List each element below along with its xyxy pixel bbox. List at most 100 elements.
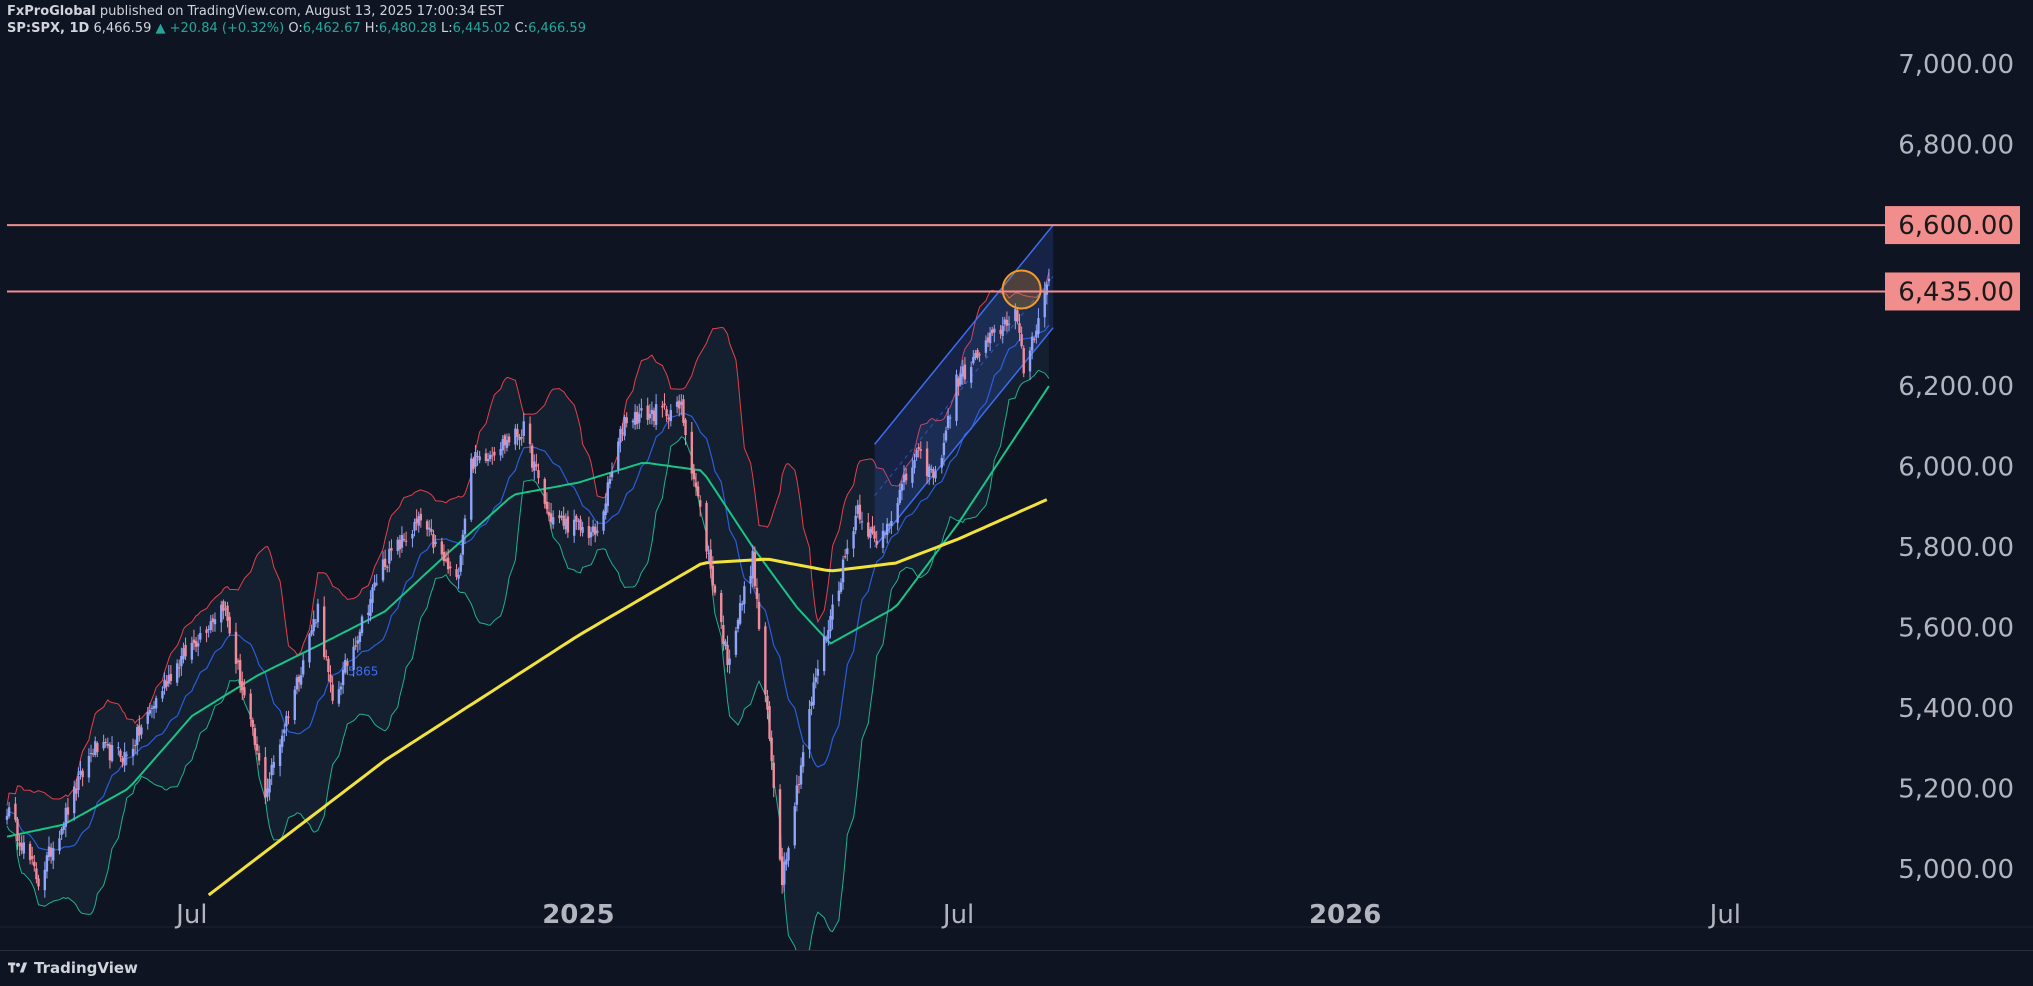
candle-body [946,415,950,428]
candle-body [961,366,965,377]
candle-body [827,630,830,640]
candle-body [925,448,929,477]
candle-body [133,745,137,747]
candle-body [472,458,475,469]
candle-body [207,629,210,631]
candle-body [102,741,105,749]
candle-body [621,432,624,434]
candle-body [308,634,311,663]
candle-body [988,332,992,344]
candle-body [455,569,458,577]
candle-body [913,460,916,469]
high-label: H: [364,21,379,36]
candle-body [415,518,418,524]
candle-body [488,454,492,460]
candle-body [617,441,620,470]
candle-body [87,756,91,778]
candle-body [486,458,490,462]
candle-body [152,706,156,709]
candle-body [1003,319,1007,325]
candle-body [507,436,511,443]
candle-body [678,400,681,409]
candle-body [89,753,93,755]
candle-body [297,676,301,683]
candle-body [755,587,759,600]
candle-body [91,753,95,755]
candle-body [1007,323,1011,325]
candle-body [665,409,668,417]
candle-body [724,641,727,647]
candle-body [238,660,242,685]
candle-body [381,559,385,581]
candle-body [228,616,231,634]
candle-body [533,461,536,471]
candle-body [413,522,416,531]
price-chart[interactable]: 5865 6,600.00 6,435.00 5,000.00 5,200.00 5,40… [0,40,2033,950]
candle-body [33,861,36,867]
candle-body [505,440,509,448]
candle-body [680,401,683,405]
high-value: 6,480.28 [378,21,437,36]
candle-body [587,526,591,538]
brand-name: TradingView [34,959,138,977]
published-text: published on TradingView.com, August 13,… [99,4,504,19]
ohlc-legend: SP:SPX, 1D 6,466.59 ▲ +20.84 (+0.32%) O:… [7,21,586,37]
candle-body [652,410,656,422]
candle-body [932,469,935,478]
candle-body [461,534,465,555]
candle-body [904,473,908,481]
y-axis-tick-label: 6,200.00 [1898,372,2014,402]
candle-body [209,621,212,631]
candle-body [7,807,11,817]
candle-body [984,340,988,353]
candle-body [720,592,723,623]
candle-body [442,551,446,562]
symbol-label[interactable]: SP:SPX, 1D [7,21,89,36]
candle-body [463,518,467,535]
candle-body [625,417,628,424]
candle-body [949,417,952,419]
y-axis-tick-label: 5,400.00 [1898,694,2014,724]
open-label: O: [288,21,303,36]
candle-body [520,437,523,439]
candle-body [1030,336,1034,351]
candle-body [123,752,126,766]
candle-body [108,744,112,761]
candle-body [768,706,771,739]
candle-body [16,819,19,842]
candle-body [196,643,200,647]
candle-body [545,501,549,510]
x-axis-tick-label: Jul [1708,900,1741,930]
candle-body [1005,319,1009,326]
candle-body [787,848,790,861]
candle-body [293,689,296,720]
candle-body [944,430,948,441]
candle-body [390,548,393,551]
candle-body [310,630,313,635]
candle-body [354,645,357,647]
candle-body [741,603,744,606]
candle-body [339,686,343,690]
chart-area[interactable]: 5865 6,600.00 6,435.00 5,000.00 5,200.00 5,40… [0,40,2033,950]
candle-body [301,660,305,675]
tradingview-brand[interactable]: TradingView [8,959,138,977]
candle-body [558,515,561,519]
candle-body [575,515,578,522]
candle-body [547,512,551,516]
candle-body [180,655,183,667]
candle-body [579,519,582,531]
low-label: L: [440,21,453,36]
candle-body [684,419,687,435]
candle-body [249,693,252,720]
candle-body [66,807,70,815]
close-label: C: [514,21,529,36]
candle-body [888,524,891,526]
candle-body [581,527,584,533]
candle-body [871,526,874,533]
candle-body [934,471,937,479]
candle-body [814,677,817,683]
candle-body [867,522,870,537]
publisher-name[interactable]: FxProGlobal [7,4,96,19]
candle-body [444,559,448,561]
candle-body [224,608,227,610]
